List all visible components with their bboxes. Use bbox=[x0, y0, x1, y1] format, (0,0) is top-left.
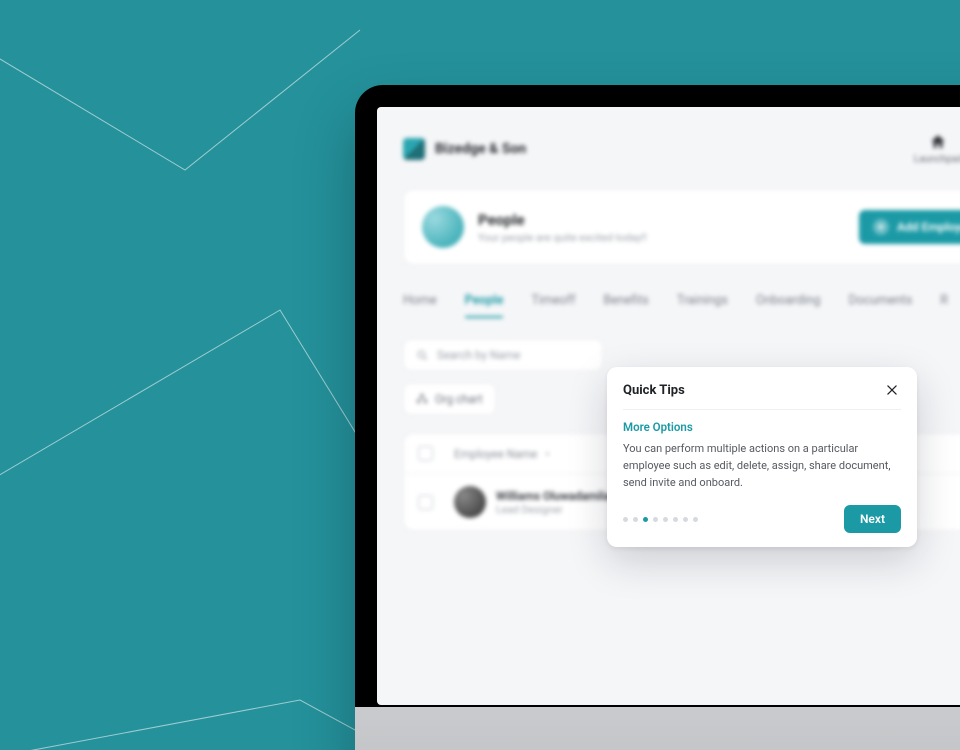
mockup-backdrop: Bizedge & Son Launchpad A bbox=[0, 0, 960, 750]
sort-icon bbox=[543, 449, 552, 458]
org-chart-button[interactable]: Org chart bbox=[403, 383, 496, 415]
tab-people[interactable]: People bbox=[465, 287, 504, 318]
tabs: Home People Timeoff Benefits Trainings Onboar… bbox=[403, 287, 960, 319]
next-button[interactable]: Next bbox=[844, 505, 901, 533]
quick-tips-subhead: More Options bbox=[623, 420, 901, 434]
add-employee-button[interactable]: + Add Employee bbox=[859, 210, 960, 244]
brand-logo-icon bbox=[403, 138, 425, 160]
step-dot[interactable] bbox=[653, 517, 658, 522]
people-hero-icon bbox=[422, 206, 464, 248]
search-input[interactable]: Search by Name bbox=[403, 339, 603, 371]
page-subtitle: Your people are quite excited today!! bbox=[478, 231, 647, 244]
monitor-chin bbox=[355, 707, 960, 750]
monitor-frame: Bizedge & Son Launchpad A bbox=[355, 85, 960, 750]
step-dot[interactable] bbox=[693, 517, 698, 522]
launchpad-button[interactable]: Launchpad bbox=[914, 133, 960, 165]
org-chart-icon bbox=[416, 393, 428, 405]
employee-role: Lead Designer bbox=[496, 503, 620, 516]
app-root: Bizedge & Son Launchpad A bbox=[377, 107, 960, 705]
row-checkbox[interactable] bbox=[418, 495, 433, 510]
employee-name: Williams Oluwadamilare bbox=[496, 489, 620, 503]
quick-tips-title: Quick Tips bbox=[623, 383, 685, 398]
brand-name: Bizedge & Son bbox=[435, 141, 526, 157]
org-chart-label: Org chart bbox=[435, 392, 483, 406]
avatar bbox=[454, 486, 486, 518]
tab-home[interactable]: Home bbox=[403, 287, 437, 318]
page-title: People bbox=[478, 211, 647, 229]
app-header: Bizedge & Son Launchpad A bbox=[403, 127, 960, 171]
plus-icon: + bbox=[873, 219, 889, 235]
launchpad-label: Launchpad bbox=[914, 154, 960, 165]
people-hero-card: People Your people are quite excited tod… bbox=[403, 189, 960, 265]
screen: Bizedge & Son Launchpad A bbox=[377, 107, 960, 705]
home-icon bbox=[929, 133, 947, 151]
close-button[interactable] bbox=[883, 381, 901, 399]
step-dot[interactable] bbox=[623, 517, 628, 522]
tab-benefits[interactable]: Benefits bbox=[603, 287, 648, 318]
add-employee-label: Add Employee bbox=[897, 220, 960, 234]
header-actions: Launchpad A bbox=[914, 133, 960, 165]
step-dots bbox=[623, 517, 698, 522]
select-all-checkbox[interactable] bbox=[418, 446, 433, 461]
quick-tips-body: You can perform multiple actions on a pa… bbox=[623, 440, 901, 491]
step-dot[interactable] bbox=[683, 517, 688, 522]
step-dot[interactable] bbox=[633, 517, 638, 522]
tab-r[interactable]: R bbox=[940, 287, 948, 318]
quick-tips-popover: Quick Tips More Options You can perform … bbox=[607, 367, 917, 547]
step-dot[interactable] bbox=[673, 517, 678, 522]
tab-documents[interactable]: Documents bbox=[848, 287, 912, 318]
search-placeholder: Search by Name bbox=[437, 348, 521, 362]
brand[interactable]: Bizedge & Son bbox=[403, 138, 526, 160]
search-icon bbox=[416, 349, 429, 362]
close-icon bbox=[885, 383, 899, 397]
tab-timeoff[interactable]: Timeoff bbox=[531, 287, 575, 318]
tab-trainings[interactable]: Trainings bbox=[677, 287, 728, 318]
step-dot[interactable] bbox=[663, 517, 668, 522]
tab-onboarding[interactable]: Onboarding bbox=[756, 287, 821, 318]
step-dot[interactable] bbox=[643, 517, 648, 522]
